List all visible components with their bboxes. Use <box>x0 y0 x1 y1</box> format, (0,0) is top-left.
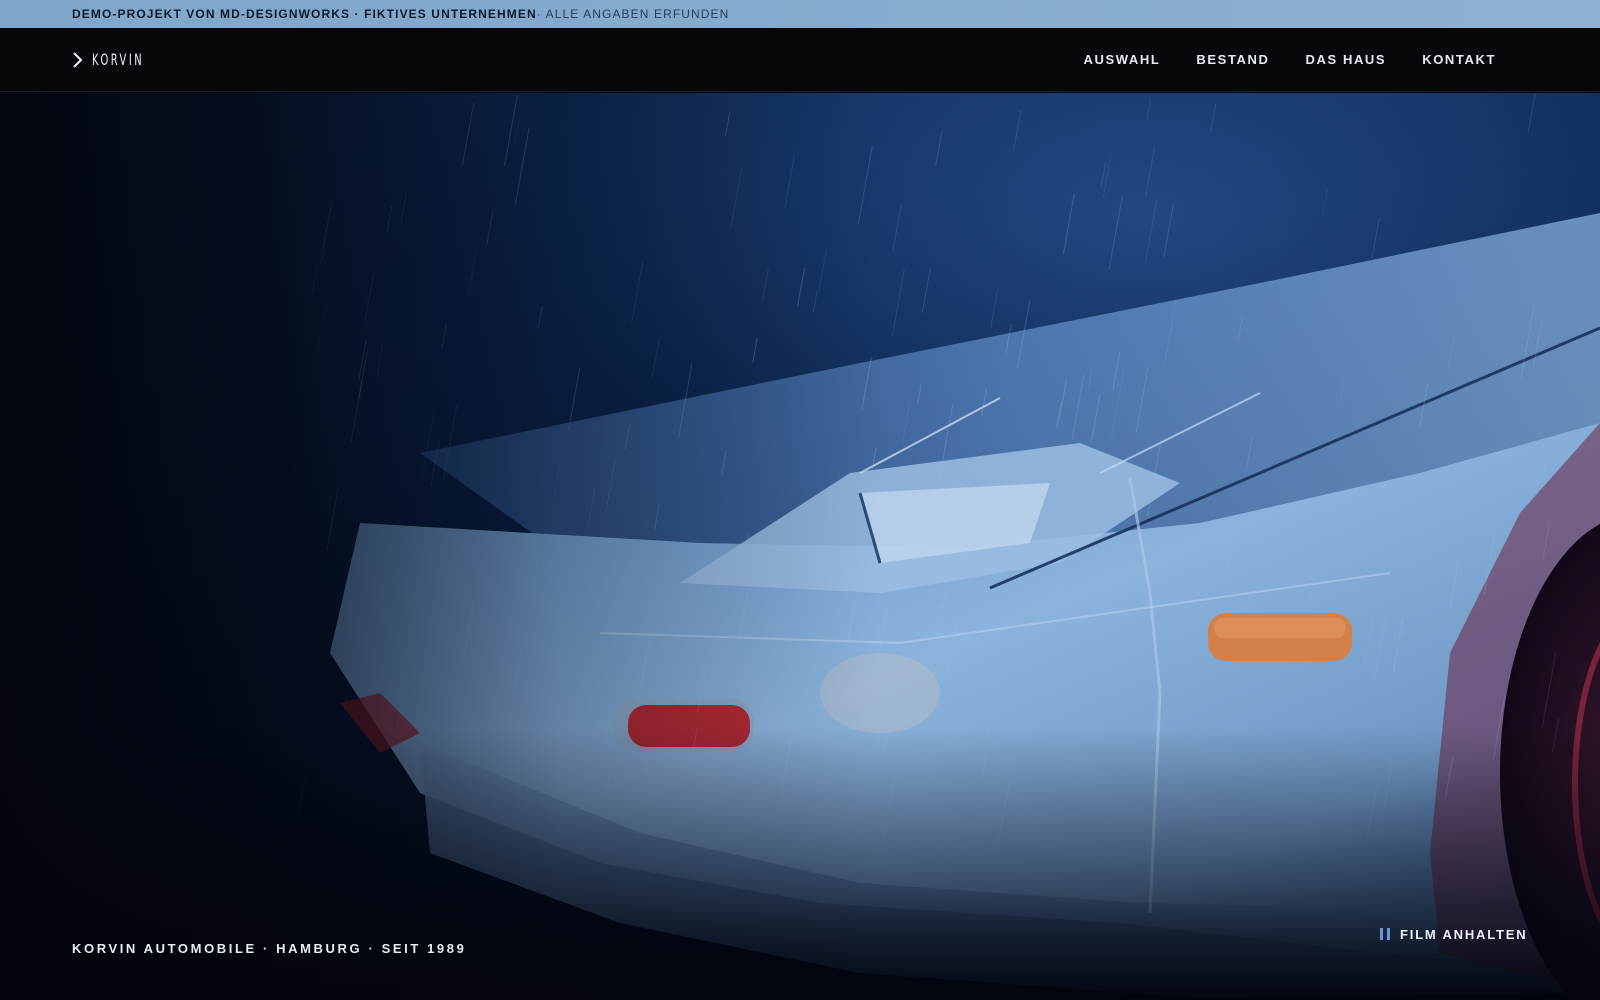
hero-video <box>0 93 1600 1000</box>
main-nav: AUSWAHL BESTAND DAS HAUS KONTAKT <box>1084 52 1497 67</box>
nav-item-bestand[interactable]: BESTAND <box>1196 52 1269 67</box>
pause-film-button[interactable]: FILM ANHALTEN <box>1380 924 1527 944</box>
demo-banner: DEMO-PROJEKT VON MD-DESIGNWORKS · FIKTIV… <box>0 0 1600 28</box>
chevron-right-icon <box>73 51 83 68</box>
demo-banner-text: DEMO-PROJEKT VON MD-DESIGNWORKS · FIKTIV… <box>72 7 537 21</box>
site-header: KORVIN AUSWAHL BESTAND DAS HAUS KONTAKT <box>0 28 1600 92</box>
demo-banner-note: · ALLE ANGABEN ERFUNDEN <box>536 7 730 21</box>
logo-link[interactable]: KORVIN <box>72 50 176 69</box>
nav-item-auswahl[interactable]: AUSWAHL <box>1084 52 1161 67</box>
nav-item-kontakt[interactable]: KONTAKT <box>1422 52 1496 67</box>
rain-overlay <box>291 94 1560 848</box>
hero-caption: KORVIN AUTOMOBILE · HAMBURG · SEIT 1989 <box>72 941 467 956</box>
pause-film-label: FILM ANHALTEN <box>1400 926 1528 942</box>
nav-item-das-haus[interactable]: DAS HAUS <box>1306 52 1387 67</box>
pause-icon <box>1380 928 1390 940</box>
logo-text: KORVIN <box>92 50 145 69</box>
